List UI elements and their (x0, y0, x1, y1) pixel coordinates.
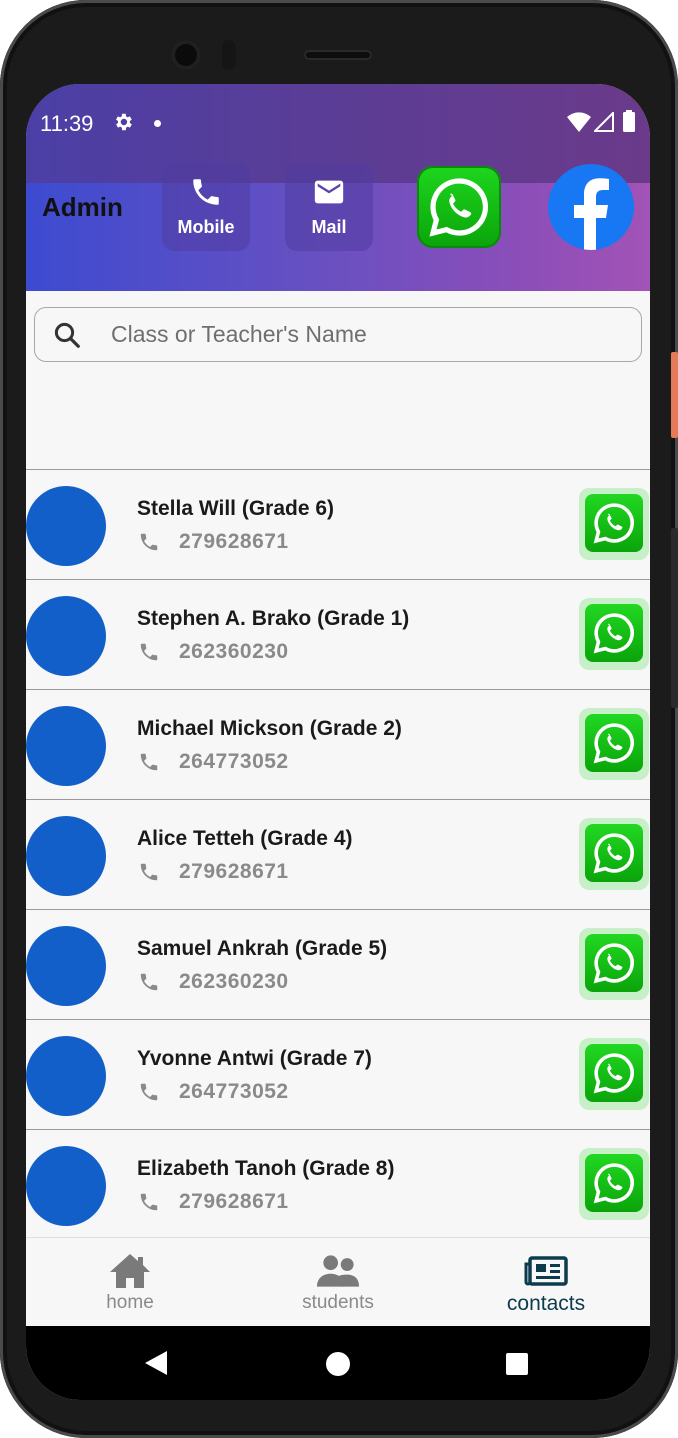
phone-icon (140, 863, 158, 881)
whatsapp-button[interactable] (579, 928, 649, 1000)
mail-button[interactable]: Mail (285, 163, 373, 251)
list-item[interactable]: Stella Will (Grade 6) 279628671 (26, 469, 650, 579)
whatsapp-button[interactable] (579, 708, 649, 780)
search-input[interactable] (111, 314, 611, 354)
whatsapp-icon (593, 613, 634, 654)
contact-name: Stella Will (Grade 6) (137, 497, 335, 520)
contact-name: Samuel Ankrah (Grade 5) (137, 937, 388, 960)
phone-icon (140, 643, 158, 661)
tab-home[interactable]: home (26, 1238, 234, 1326)
battery-icon (623, 110, 635, 132)
contacts-icon (524, 1256, 568, 1286)
proximity-sensor (222, 40, 236, 70)
facebook-icon (574, 178, 609, 250)
phone-icon (140, 973, 158, 991)
phone-icon (140, 753, 158, 771)
search-icon (54, 322, 80, 348)
contact-name: Stephen A. Brako (Grade 1) (137, 607, 410, 630)
home-button-icon[interactable] (326, 1352, 350, 1376)
whatsapp-button[interactable] (579, 598, 649, 670)
list-item[interactable]: Samuel Ankrah (Grade 5) 262360230 (26, 909, 650, 1019)
whatsapp-icon (593, 943, 634, 984)
search-bar[interactable] (34, 307, 642, 362)
system-navigation-bar (26, 1326, 650, 1400)
notification-dot-icon (154, 120, 161, 127)
list-item[interactable]: Stephen A. Brako (Grade 1) 262360230 (26, 579, 650, 689)
tab-contacts-label: contacts (506, 1292, 586, 1315)
phone-icon (140, 1083, 158, 1101)
students-icon (316, 1255, 360, 1287)
earpiece-speaker (304, 50, 372, 60)
phone-frame: 11:39 Admin Mobile Mail Class or Teacher… (0, 0, 678, 1438)
list-item[interactable]: Elizabeth Tanoh (Grade 8) 279628671 (26, 1129, 650, 1239)
avatar (26, 706, 106, 786)
tab-students[interactable]: students (234, 1238, 442, 1326)
list-item[interactable]: Michael Mickson (Grade 2) 264773052 (26, 689, 650, 799)
cell-signal-icon (594, 112, 614, 132)
tab-contacts[interactable]: contacts (442, 1238, 650, 1326)
screen: 11:39 Admin Mobile Mail Class or Teacher… (26, 84, 650, 1400)
tab-students-label: students (302, 1292, 374, 1313)
whatsapp-button[interactable] (579, 818, 649, 890)
contact-phone: 264773052 (179, 1080, 289, 1103)
contact-phone: 279628671 (179, 530, 289, 553)
bottom-navigation: home students contacts (26, 1238, 650, 1326)
power-button (671, 352, 678, 438)
tab-home-label: home (106, 1292, 154, 1313)
contact-name: Michael Mickson (Grade 2) (137, 717, 402, 740)
contact-list: Stella Will (Grade 6) 279628671 Stephen … (26, 469, 650, 1239)
settings-gear-icon (116, 113, 132, 131)
avatar (26, 1036, 106, 1116)
list-item[interactable]: Alice Tetteh (Grade 4) 279628671 (26, 799, 650, 909)
mobile-button-label: Mobile (177, 217, 235, 237)
whatsapp-icon (429, 178, 489, 237)
mail-icon (314, 180, 344, 204)
contact-phone: 279628671 (179, 860, 289, 883)
phone-icon (140, 533, 158, 551)
page-title: Admin (42, 192, 123, 222)
contact-phone: 262360230 (179, 970, 289, 993)
back-icon[interactable] (145, 1351, 167, 1375)
contact-name: Alice Tetteh (Grade 4) (137, 827, 353, 850)
facebook-button[interactable] (548, 164, 634, 250)
whatsapp-button[interactable] (417, 166, 501, 248)
whatsapp-icon (593, 1163, 634, 1204)
whatsapp-icon (593, 1053, 634, 1094)
home-icon (110, 1254, 150, 1288)
contact-phone: 262360230 (179, 640, 289, 663)
front-camera (171, 40, 201, 70)
whatsapp-icon (593, 833, 634, 874)
avatar (26, 596, 106, 676)
contact-phone: 264773052 (179, 750, 289, 773)
avatar (26, 486, 106, 566)
contact-phone: 279628671 (179, 1190, 289, 1213)
whatsapp-button[interactable] (579, 488, 649, 560)
mail-button-label: Mail (311, 217, 347, 237)
status-time: 11:39 (40, 111, 94, 136)
header: 11:39 Admin Mobile Mail (26, 84, 650, 291)
phone-icon (140, 1193, 158, 1211)
list-item[interactable]: Yvonne Antwi (Grade 7) 264773052 (26, 1019, 650, 1129)
whatsapp-icon (593, 723, 634, 764)
avatar (26, 1146, 106, 1226)
whatsapp-button[interactable] (579, 1148, 649, 1220)
whatsapp-button[interactable] (579, 1038, 649, 1110)
volume-button (671, 528, 678, 708)
contact-name: Elizabeth Tanoh (Grade 8) (137, 1157, 395, 1180)
phone-icon (193, 179, 219, 205)
contact-name: Yvonne Antwi (Grade 7) (137, 1047, 372, 1070)
wifi-icon (567, 112, 591, 132)
recent-apps-icon[interactable] (506, 1353, 528, 1375)
avatar (26, 816, 106, 896)
whatsapp-icon (593, 503, 634, 544)
mobile-button[interactable]: Mobile (162, 163, 250, 251)
avatar (26, 926, 106, 1006)
